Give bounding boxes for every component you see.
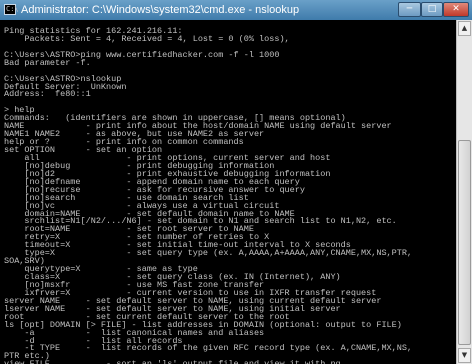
window-title: Administrator: C:\Windows\system32\cmd.e… [21, 4, 300, 16]
console-line: type=X - set query type (ex. A,AAAA,A+AA… [4, 248, 413, 259]
console-output[interactable]: Ping statistics for 162.241.216.11: Pack… [4, 20, 454, 364]
close-button[interactable]: ✕ [443, 2, 469, 17]
title-bar[interactable]: C:\ Administrator: C:\Windows\system32\c… [0, 0, 472, 20]
scroll-thumb[interactable] [458, 140, 471, 345]
console-line: Packets: Sent = 4, Received = 4, Lost = … [4, 33, 290, 44]
cmd-window: C:\ Administrator: C:\Windows\system32\c… [0, 0, 472, 364]
cmd-icon[interactable]: C:\ [4, 4, 19, 15]
scroll-down-icon[interactable]: ▼ [458, 348, 471, 363]
console-line: Address: fe80::1 [4, 89, 91, 100]
console-line: -t TYPE - list records of the given RFC … [4, 343, 413, 354]
scroll-up-icon[interactable]: ▲ [458, 21, 471, 36]
vertical-scrollbar[interactable]: ▲ ▼ [456, 20, 472, 364]
console-line: Bad parameter -f. [4, 57, 91, 68]
maximize-button[interactable]: □ [421, 2, 443, 17]
minimize-button[interactable]: ─ [398, 2, 421, 17]
